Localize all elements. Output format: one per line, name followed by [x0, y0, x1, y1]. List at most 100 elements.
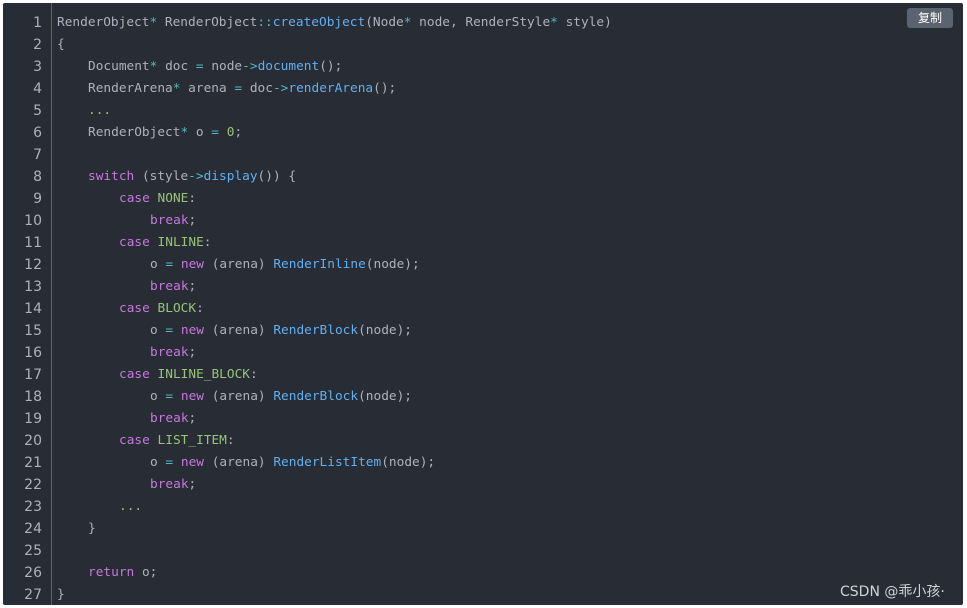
- code-token: (arena): [203, 323, 274, 338]
- line-number: 15: [24, 323, 42, 339]
- code-token: break: [150, 213, 189, 228]
- code-token: document: [257, 59, 320, 74]
- line-number-gutter: 1 2 3 4 5 6 7 8 9 10 11 12 13 14 15 16 17 18 19 20 21 22 23 24 2…: [3, 3, 52, 605]
- code-token: NONE: [157, 191, 189, 206]
- code-token: RenderInline: [273, 257, 366, 272]
- code-token: RenderBlock: [273, 389, 359, 404]
- code-token: o: [188, 125, 212, 140]
- code-token: new: [180, 389, 204, 404]
- code-token: RenderObject: [88, 125, 181, 140]
- code-token: o: [150, 389, 166, 404]
- line-number: 27: [24, 587, 42, 603]
- line-number: 13: [24, 279, 42, 295]
- csdn-watermark: CSDN @乖小孩·: [840, 584, 945, 600]
- code-line: }: [88, 518, 96, 540]
- code-token: o: [150, 455, 166, 470]
- code-token: renderArena: [288, 81, 374, 96]
- code-line: break;: [150, 408, 196, 430]
- code-token: o: [150, 323, 166, 338]
- code-token: node, RenderStyle: [411, 15, 551, 30]
- code-line: switch (style->display()) {: [88, 166, 296, 188]
- code-token: :: [250, 367, 258, 382]
- code-line: RenderObject* o = 0;: [88, 122, 242, 144]
- code-token: *: [550, 15, 558, 30]
- code-line: ...: [119, 496, 142, 518]
- code-token: }: [88, 521, 96, 536]
- code-token: return: [88, 565, 135, 580]
- code-token: ->: [188, 169, 204, 184]
- code-token: ;: [188, 411, 197, 426]
- code-line: break;: [150, 474, 196, 496]
- copy-button[interactable]: 复制: [907, 8, 953, 28]
- code-line: break;: [150, 210, 196, 232]
- line-number: 9: [33, 191, 42, 207]
- code-token: (node);: [365, 257, 420, 272]
- code-line: }: [57, 584, 65, 605]
- code-token: *: [149, 15, 158, 30]
- code-token: ...: [88, 103, 112, 118]
- code-token: break: [150, 411, 189, 426]
- code-token: =: [234, 81, 243, 96]
- code-token: new: [180, 323, 204, 338]
- code-token: :: [226, 433, 235, 448]
- code-line: case BLOCK:: [119, 298, 204, 320]
- code-token: ;: [188, 279, 197, 294]
- code-token: }: [57, 587, 65, 602]
- code-token: RenderListItem: [273, 455, 382, 470]
- code-line: case INLINE:: [119, 232, 212, 254]
- code-token: ->: [272, 81, 289, 96]
- code-token: (arena): [203, 455, 274, 470]
- code-token: RenderObject: [57, 15, 150, 30]
- code-line: Document* doc = node->document();: [88, 56, 342, 78]
- code-token: :: [203, 235, 212, 250]
- code-line: return o;: [88, 562, 157, 584]
- line-number: 21: [24, 455, 42, 471]
- line-number: 7: [33, 147, 42, 163]
- code-token: RenderBlock: [273, 323, 359, 338]
- code-token: arena: [180, 81, 235, 96]
- code-token: (Node: [365, 15, 404, 30]
- code-token: case: [119, 301, 150, 316]
- code-token: new: [180, 455, 204, 470]
- line-number: 26: [24, 565, 42, 581]
- code-line: o = new (arena) RenderInline(node);: [150, 254, 420, 276]
- code-token: =: [195, 59, 204, 74]
- code-token: break: [150, 279, 189, 294]
- code-line: break;: [150, 342, 196, 364]
- code-token: (arena): [203, 389, 274, 404]
- code-token: *: [180, 125, 189, 140]
- line-number: 18: [24, 389, 42, 405]
- code-token: ;: [188, 477, 197, 492]
- code-token: case: [119, 191, 150, 206]
- line-number: 20: [24, 433, 42, 449]
- code-line: case NONE:: [119, 188, 196, 210]
- code-token: case: [119, 235, 150, 250]
- line-number: 10: [24, 213, 42, 229]
- code-token: Document: [88, 59, 150, 74]
- code-token: :: [188, 191, 197, 206]
- code-token: break: [150, 345, 189, 360]
- code-token: =: [165, 323, 174, 338]
- code-block: 1 2 3 4 5 6 7 8 9 10 11 12 13 14 15 16 17 18 19 20 21 22 23 24 2…: [3, 3, 963, 605]
- code-token: (node);: [358, 323, 413, 338]
- code-token: RenderObject: [157, 15, 258, 30]
- line-number: 17: [24, 367, 42, 383]
- code-token: switch: [88, 169, 135, 184]
- code-token: ;: [188, 345, 197, 360]
- code-token: BLOCK: [157, 301, 197, 316]
- line-number: 6: [33, 125, 42, 141]
- code-line: o = new (arena) RenderBlock(node);: [150, 386, 412, 408]
- line-number: 25: [24, 543, 42, 559]
- code-token: :: [196, 301, 204, 316]
- code-token: ...: [119, 499, 143, 514]
- code-line: RenderObject* RenderObject::createObject…: [57, 12, 612, 34]
- code-token: break: [150, 477, 189, 492]
- line-number: 8: [33, 169, 42, 185]
- code-token: INLINE: [157, 235, 204, 250]
- code-token: LIST_ITEM: [157, 433, 227, 448]
